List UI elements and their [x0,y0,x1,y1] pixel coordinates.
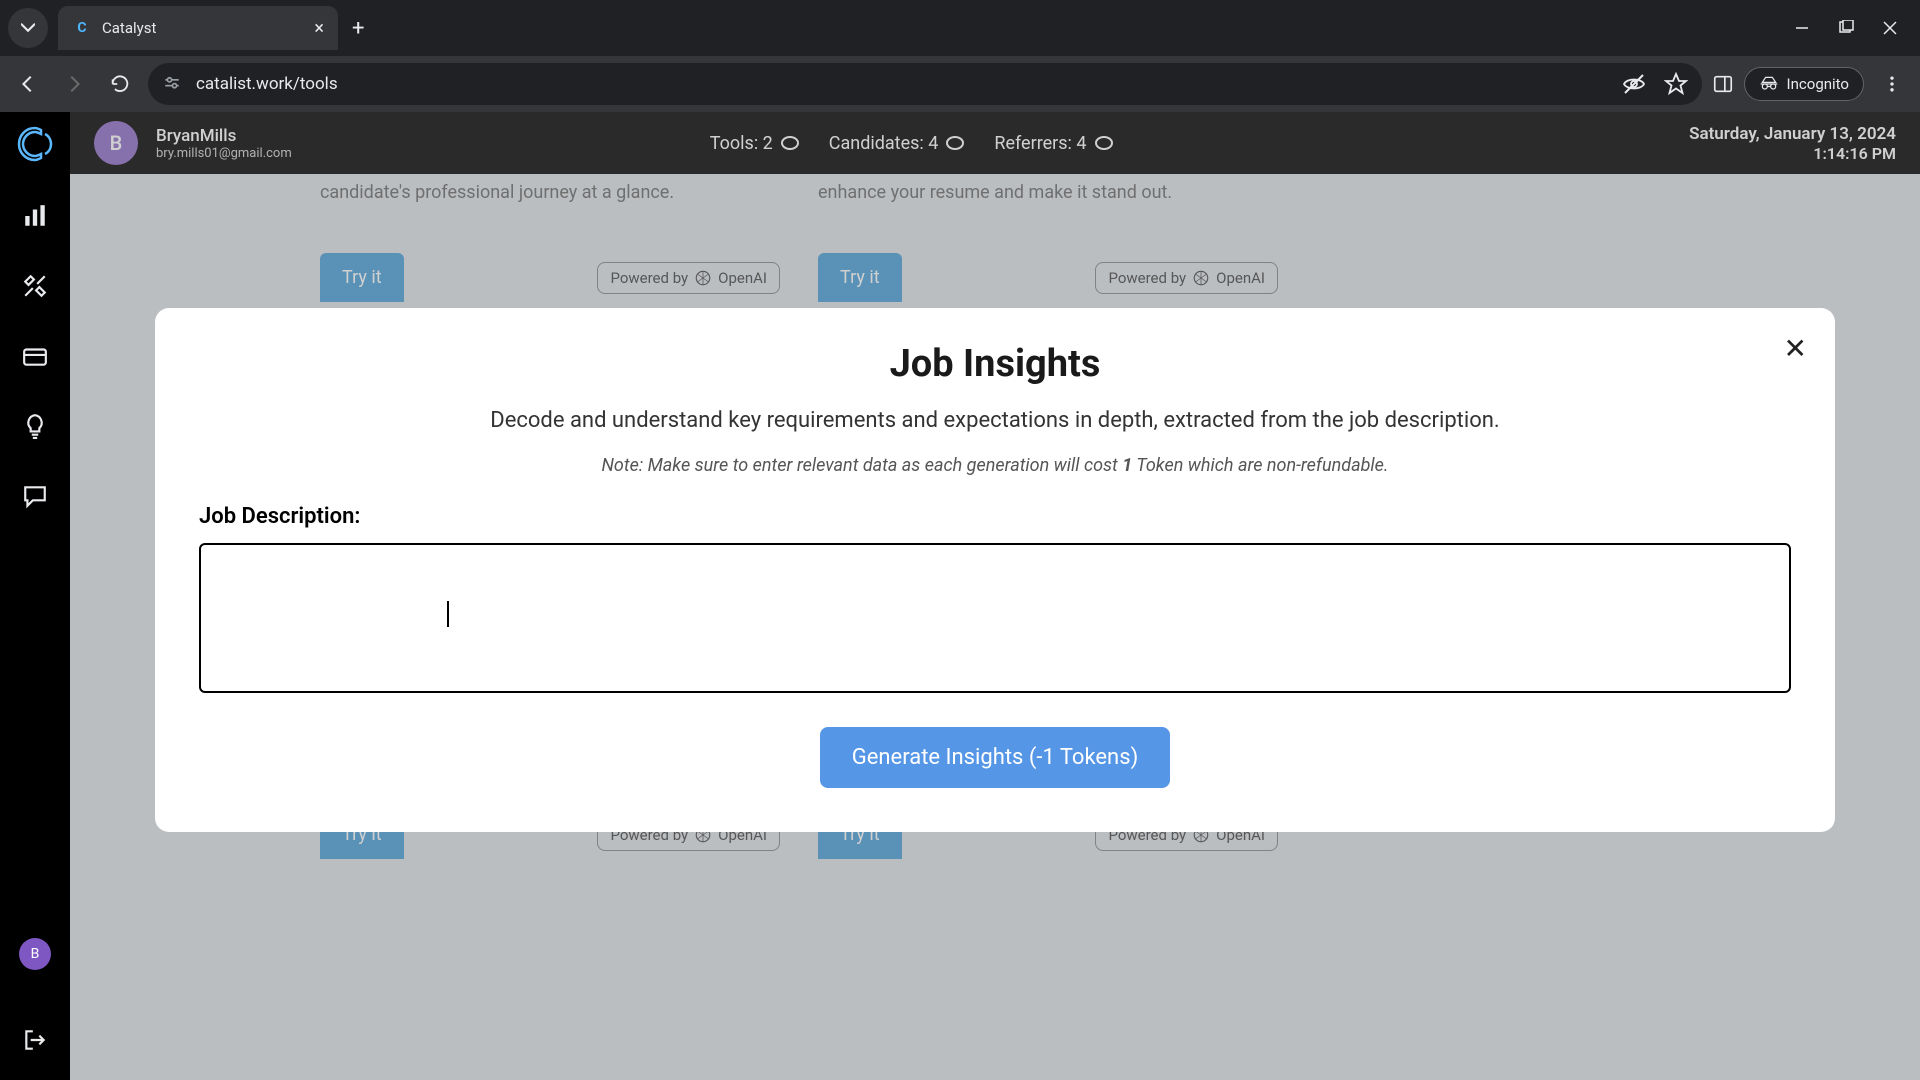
forward-button[interactable] [56,66,92,102]
modal-close-icon[interactable]: ✕ [1784,332,1807,365]
minimize-icon[interactable] [1794,20,1810,36]
job-insights-modal: ✕ Job Insights Decode and understand key… [155,308,1835,832]
left-rail: B [0,112,70,1080]
modal-overlay[interactable]: ✕ Job Insights Decode and understand key… [70,112,1920,1080]
bookmark-star-icon[interactable] [1664,72,1688,96]
close-tab-icon[interactable]: × [314,18,324,39]
rail-avatar[interactable]: B [19,938,51,970]
tab-search-dropdown[interactable] [8,8,48,48]
address-bar[interactable]: catalist.work/tools [148,63,1702,105]
browser-menu-icon[interactable] [1874,74,1910,94]
rail-avatar-letter: B [31,946,40,962]
modal-note: Note: Make sure to enter relevant data a… [199,455,1791,476]
modal-note-suffix: Token which are non-refundable. [1132,455,1388,476]
chevron-down-icon [21,21,35,35]
browser-tab[interactable]: C Catalyst × [58,6,338,50]
rail-dashboard-icon[interactable] [15,196,55,236]
tab-title: Catalyst [102,19,304,37]
rail-wallet-icon[interactable] [15,336,55,376]
rail-chat-icon[interactable] [15,476,55,516]
window-controls [1794,20,1912,36]
job-description-label: Job Description: [199,504,1791,529]
incognito-indicator[interactable]: Incognito [1744,67,1864,101]
text-cursor-icon [447,601,449,627]
rail-lightbulb-icon[interactable] [15,406,55,446]
incognito-label: Incognito [1787,75,1849,93]
rail-logout-icon[interactable] [15,1020,55,1060]
job-description-textarea[interactable] [199,543,1791,693]
new-tab-button[interactable]: + [352,16,364,41]
back-button[interactable] [10,66,46,102]
generate-insights-button[interactable]: Generate Insights (-1 Tokens) [820,727,1170,788]
site-settings-icon[interactable] [162,74,182,94]
maximize-icon[interactable] [1838,20,1854,36]
content-area: B BryanMills bry.mills01@gmail.com Tools… [70,112,1920,1080]
app-logo-icon[interactable] [13,122,57,166]
url-text: catalist.work/tools [196,74,338,94]
modal-subtitle: Decode and understand key requirements a… [199,408,1791,433]
eye-off-icon[interactable] [1622,72,1646,96]
app-root: B B BryanMills bry.mills01@gmail.com Too… [0,112,1920,1080]
reload-button[interactable] [102,66,138,102]
browser-toolbar: catalist.work/tools Incognito [0,56,1920,112]
tab-favicon-icon: C [72,18,92,38]
browser-tab-strip: C Catalyst × + [0,0,1920,56]
side-panel-icon[interactable] [1712,73,1734,95]
modal-note-prefix: Note: Make sure to enter relevant data a… [601,455,1122,476]
rail-tools-icon[interactable] [15,266,55,306]
incognito-icon [1759,74,1779,94]
modal-note-count: 1 [1122,455,1132,476]
modal-title: Job Insights [199,342,1791,386]
close-window-icon[interactable] [1882,20,1898,36]
